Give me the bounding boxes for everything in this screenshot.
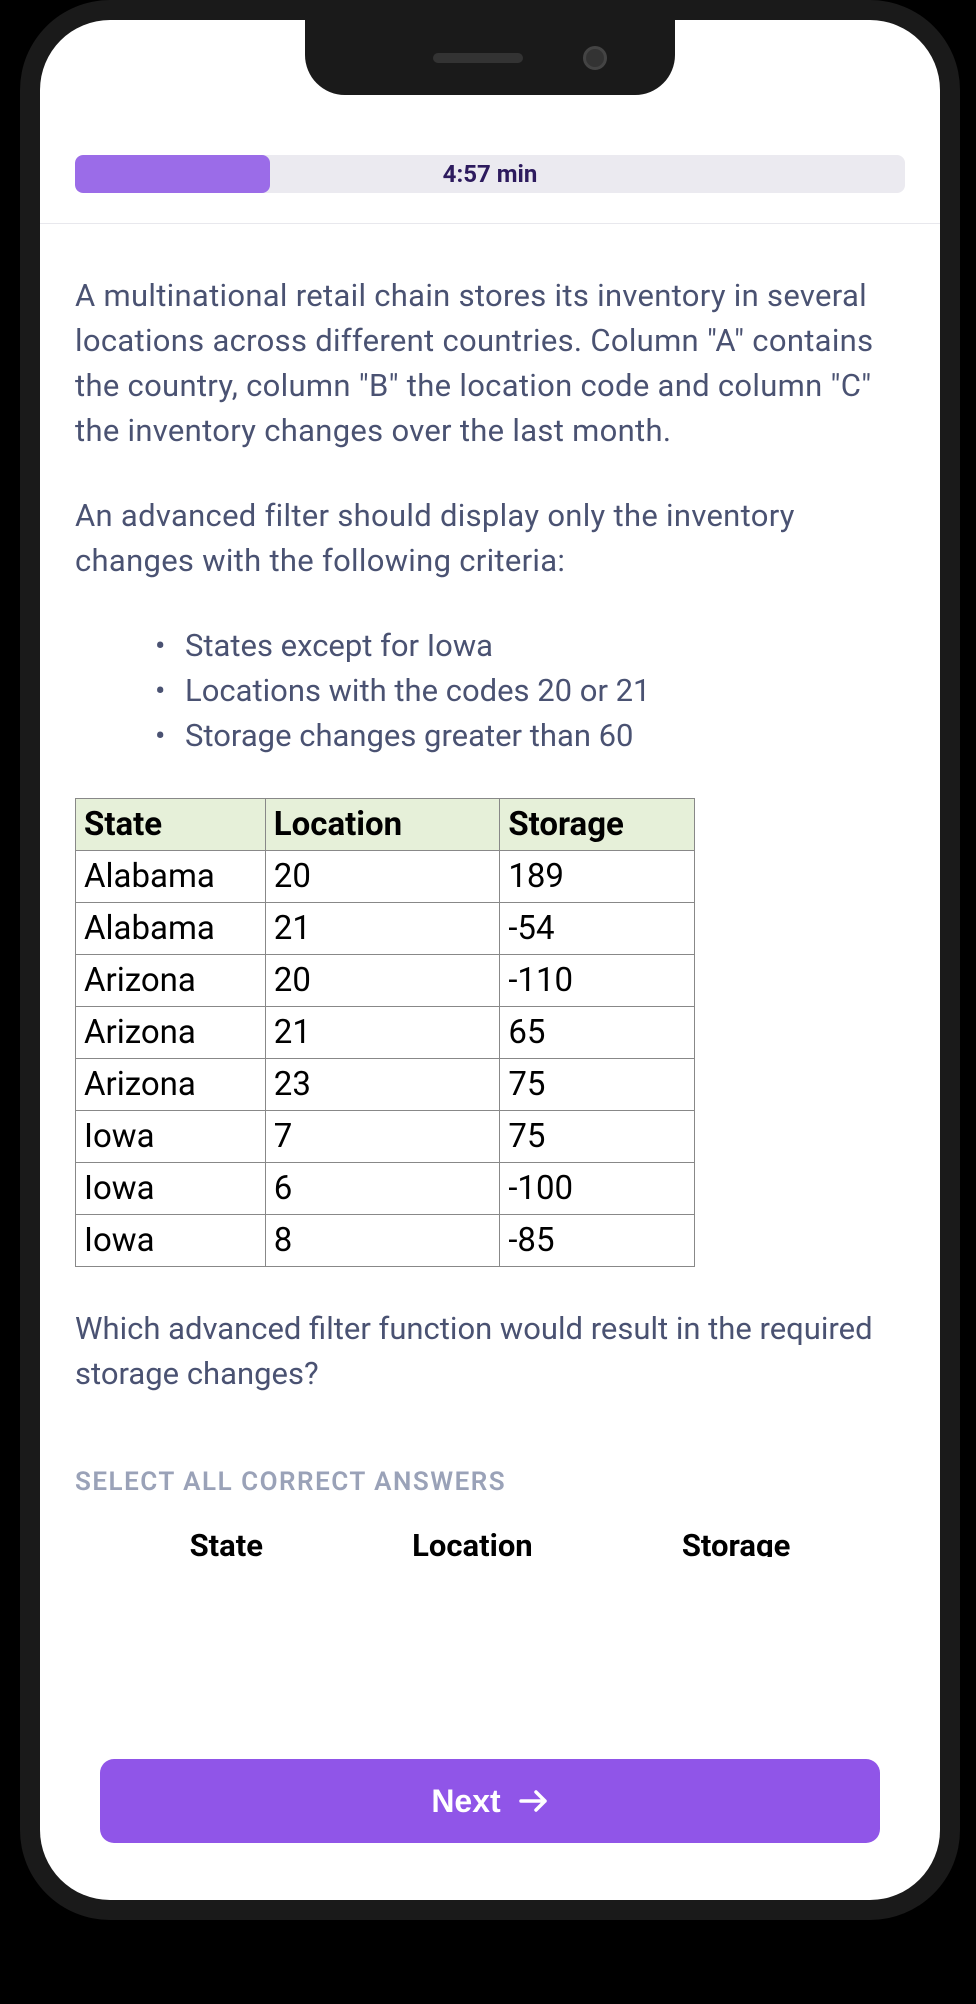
table-header-state: State [76,799,266,851]
table-cell: 21 [265,1007,500,1059]
table-cell: Arizona [76,955,266,1007]
phone-notch [305,20,675,95]
progress-fill [75,155,270,193]
table-cell: Arizona [76,1007,266,1059]
table-cell: -110 [500,955,695,1007]
table-cell: Alabama [76,851,266,903]
arrow-right-icon [519,1788,549,1814]
table-cell: 75 [500,1059,695,1111]
table-cell: Iowa [76,1215,266,1267]
table-cell: 65 [500,1007,695,1059]
answer-preview-col: Storage [682,1527,791,1557]
table-row: Iowa 7 75 [76,1111,695,1163]
table-cell: 8 [265,1215,500,1267]
answer-preview-col: Location [412,1527,533,1557]
table-cell: -85 [500,1215,695,1267]
table-row: Arizona 20 -110 [76,955,695,1007]
table-cell: 7 [265,1111,500,1163]
next-button-label: Next [431,1783,500,1820]
table-header-storage: Storage [500,799,695,851]
table-cell: 6 [265,1163,500,1215]
table-cell: 21 [265,903,500,955]
next-button[interactable]: Next [100,1759,880,1843]
question-followup: Which advanced filter function would res… [75,1307,905,1397]
table-cell: Iowa [76,1163,266,1215]
table-header-location: Location [265,799,500,851]
table-cell: -54 [500,903,695,955]
speaker-icon [433,53,523,63]
table-row: Arizona 23 75 [76,1059,695,1111]
table-row: Iowa 6 -100 [76,1163,695,1215]
table-cell: Iowa [76,1111,266,1163]
answer-preview-col: State [190,1527,263,1557]
table-header-row: State Location Storage [76,799,695,851]
table-row: Iowa 8 -85 [76,1215,695,1267]
question-filter-intro: An advanced filter should display only t… [75,494,905,584]
data-table: State Location Storage Alabama 20 189 Al… [75,798,695,1267]
table-cell: Arizona [76,1059,266,1111]
table-cell: 23 [265,1059,500,1111]
criteria-list: States except for Iowa Locations with th… [75,624,905,759]
table-row: Alabama 20 189 [76,851,695,903]
phone-frame: 4:57 min A multinational retail chain st… [20,0,960,1920]
table-row: Arizona 21 65 [76,1007,695,1059]
phone-screen: 4:57 min A multinational retail chain st… [40,20,940,1900]
instruction-text: SELECT ALL CORRECT ANSWERS [75,1467,905,1497]
camera-icon [583,46,607,70]
criteria-item: States except for Iowa [155,624,905,669]
table-cell: Alabama [76,903,266,955]
table-row: Alabama 21 -54 [76,903,695,955]
table-cell: -100 [500,1163,695,1215]
table-cell: 20 [265,955,500,1007]
criteria-item: Storage changes greater than 60 [155,714,905,759]
answer-preview: State Location Storage [75,1527,905,1557]
content-area: 4:57 min A multinational retail chain st… [40,20,940,1900]
divider [40,223,940,224]
question-intro: A multinational retail chain stores its … [75,274,905,454]
table-cell: 189 [500,851,695,903]
table-cell: 20 [265,851,500,903]
timer-text: 4:57 min [443,160,538,188]
criteria-item: Locations with the codes 20 or 21 [155,669,905,714]
table-cell: 75 [500,1111,695,1163]
progress-section: 4:57 min [75,155,905,193]
next-button-container: Next [100,1744,880,1858]
